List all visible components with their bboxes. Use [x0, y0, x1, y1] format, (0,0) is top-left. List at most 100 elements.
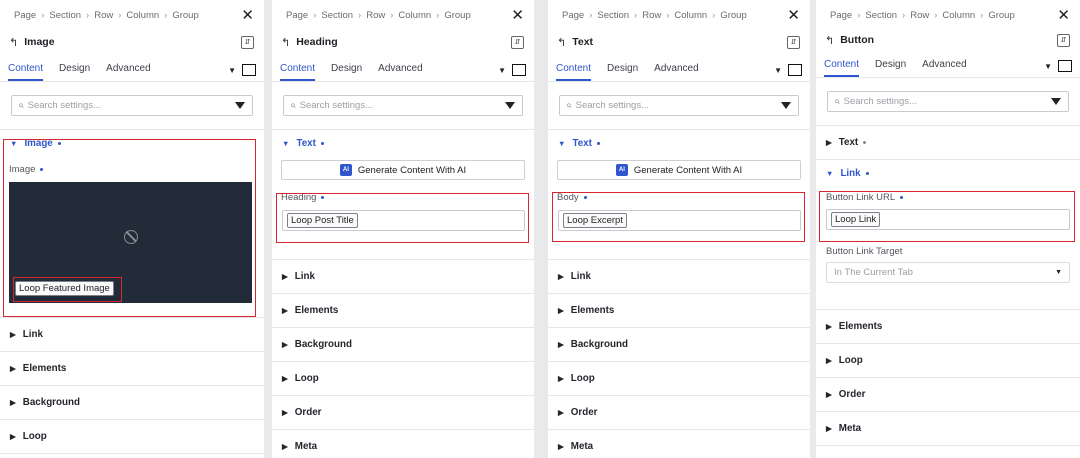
tab-content[interactable]: Content	[824, 59, 860, 77]
filter-icon[interactable]	[235, 102, 245, 109]
sliders-icon[interactable]: ⇵	[511, 35, 524, 49]
breadcrumb-item[interactable]: Page	[830, 10, 852, 21]
caret-down-icon[interactable]: ▼	[774, 66, 782, 75]
element-title: Image	[24, 36, 55, 48]
filter-icon[interactable]	[781, 102, 791, 109]
group-header-elements[interactable]: ▶ Elements	[272, 294, 534, 328]
breadcrumb-item[interactable]: Group	[172, 10, 198, 21]
chevron-right-icon: ▶	[10, 330, 16, 339]
breadcrumb-item[interactable]: Section	[865, 10, 897, 21]
search-row: ⌕	[548, 82, 810, 130]
tab-advanced[interactable]: Advanced	[106, 63, 150, 81]
tab-advanced[interactable]: Advanced	[654, 63, 698, 81]
group-header-background[interactable]: ▶ Background	[548, 328, 810, 362]
breadcrumb-item[interactable]: Page	[286, 10, 308, 21]
group-header-order[interactable]: ▶ Order	[548, 396, 810, 430]
group-header-link[interactable]: ▶ Link	[0, 318, 264, 352]
caret-down-icon[interactable]: ▼	[498, 66, 506, 75]
caret-down-icon[interactable]: ▼	[1044, 62, 1052, 71]
breadcrumb-item[interactable]: Group	[988, 10, 1014, 21]
close-icon[interactable]: ✕	[511, 8, 524, 23]
generate-ai-button[interactable]: AI Generate Content With AI	[557, 160, 801, 180]
breadcrumb-item[interactable]: Section	[597, 10, 629, 21]
responsive-view-icon[interactable]	[242, 64, 256, 76]
group-title: Background	[570, 339, 628, 350]
breadcrumb-item[interactable]: Group	[444, 10, 470, 21]
group-header-link[interactable]: ▶ Link	[272, 260, 534, 294]
tab-design[interactable]: Design	[331, 63, 362, 81]
breadcrumb-item[interactable]: Group	[720, 10, 746, 21]
search-box: ⌕	[283, 95, 523, 116]
breadcrumb-separator-icon: ›	[390, 9, 394, 21]
back-arrow-icon[interactable]: ↰	[9, 36, 18, 49]
tab-content[interactable]: Content	[280, 63, 316, 81]
group-header-background[interactable]: ▶ Background	[0, 386, 264, 420]
breadcrumb-item[interactable]: Column	[126, 10, 159, 21]
breadcrumb-item[interactable]: Section	[321, 10, 353, 21]
group-header-elements[interactable]: ▶ Elements	[816, 310, 1080, 344]
search-input[interactable]	[575, 100, 781, 111]
responsive-view-icon[interactable]	[512, 64, 526, 76]
sliders-icon[interactable]: ⇵	[787, 35, 800, 49]
tab-design[interactable]: Design	[607, 63, 638, 81]
breadcrumb-item[interactable]: Column	[674, 10, 707, 21]
group-header-text[interactable]: ▼ Text	[548, 130, 810, 156]
sliders-icon[interactable]: ⇵	[241, 35, 254, 49]
search-input[interactable]	[299, 100, 505, 111]
breadcrumb-item[interactable]: Row	[910, 10, 929, 21]
target-select[interactable]: In The Current Tab ▼	[826, 262, 1070, 283]
tab-bar: Content Design Advanced ▼	[548, 54, 810, 82]
breadcrumb-separator-icon: ›	[41, 9, 45, 21]
breadcrumb-separator-icon: ›	[712, 9, 716, 21]
breadcrumb-item[interactable]: Page	[562, 10, 584, 21]
search-input[interactable]	[843, 96, 1051, 107]
responsive-view-icon[interactable]	[788, 64, 802, 76]
tab-content[interactable]: Content	[556, 63, 592, 81]
breadcrumb-item[interactable]: Section	[49, 10, 81, 21]
group-header-meta[interactable]: ▶ Meta	[816, 412, 1080, 446]
group-header-order[interactable]: ▶ Order	[816, 378, 1080, 412]
breadcrumb-item[interactable]: Column	[942, 10, 975, 21]
close-icon[interactable]: ✕	[787, 8, 800, 23]
group-header-order[interactable]: ▶ Order	[272, 396, 534, 430]
search-input[interactable]	[27, 100, 235, 111]
tab-design[interactable]: Design	[875, 59, 906, 77]
generate-ai-button[interactable]: AI Generate Content With AI	[281, 160, 525, 180]
breadcrumb-item[interactable]: Row	[642, 10, 661, 21]
breadcrumb-item[interactable]: Page	[14, 10, 36, 21]
group-header-meta[interactable]: ▶ Meta	[272, 430, 534, 458]
group-header-elements[interactable]: ▶ Elements	[0, 352, 264, 386]
breadcrumb-item[interactable]: Row	[94, 10, 113, 21]
tab-advanced[interactable]: Advanced	[378, 63, 422, 81]
group-header-text[interactable]: ▶ Text	[816, 126, 1080, 160]
tab-design[interactable]: Design	[59, 63, 90, 81]
tab-advanced[interactable]: Advanced	[922, 59, 966, 77]
filter-icon[interactable]	[1051, 98, 1061, 105]
responsive-view-icon[interactable]	[1058, 60, 1072, 72]
group-header-loop[interactable]: ▶ Loop	[272, 362, 534, 396]
group-header-text[interactable]: ▼ Text	[272, 130, 534, 156]
breadcrumb-item[interactable]: Row	[366, 10, 385, 21]
back-arrow-icon[interactable]: ↰	[281, 36, 290, 49]
group-header-meta[interactable]: ▶ Meta	[548, 430, 810, 458]
chevron-right-icon: ▶	[826, 424, 832, 433]
group-header-loop[interactable]: ▶ Loop	[548, 362, 810, 396]
back-arrow-icon[interactable]: ↰	[557, 36, 566, 49]
group-header-link[interactable]: ▶ Link	[548, 260, 810, 294]
tab-content[interactable]: Content	[8, 63, 44, 81]
close-icon[interactable]: ✕	[241, 8, 254, 23]
breadcrumb-item[interactable]: Column	[398, 10, 431, 21]
sliders-icon[interactable]: ⇵	[1057, 33, 1070, 47]
group-header-loop[interactable]: ▶ Loop	[816, 344, 1080, 378]
filter-icon[interactable]	[505, 102, 515, 109]
back-arrow-icon[interactable]: ↰	[825, 34, 834, 47]
group-header-loop[interactable]: ▶ Loop	[0, 420, 264, 454]
group-header-elements[interactable]: ▶ Elements	[548, 294, 810, 328]
group-title: Elements	[22, 363, 67, 374]
close-icon[interactable]: ✕	[1057, 8, 1070, 23]
group-header-link[interactable]: ▼ Link	[816, 160, 1080, 186]
group-header-background[interactable]: ▶ Background	[272, 328, 534, 362]
caret-down-icon[interactable]: ▼	[228, 66, 236, 75]
settings-panel-text: Page › Section › Row › Column › Group ✕ ↰ Text ⇵ Cont…	[548, 0, 810, 458]
group-title: Elements	[294, 305, 339, 316]
